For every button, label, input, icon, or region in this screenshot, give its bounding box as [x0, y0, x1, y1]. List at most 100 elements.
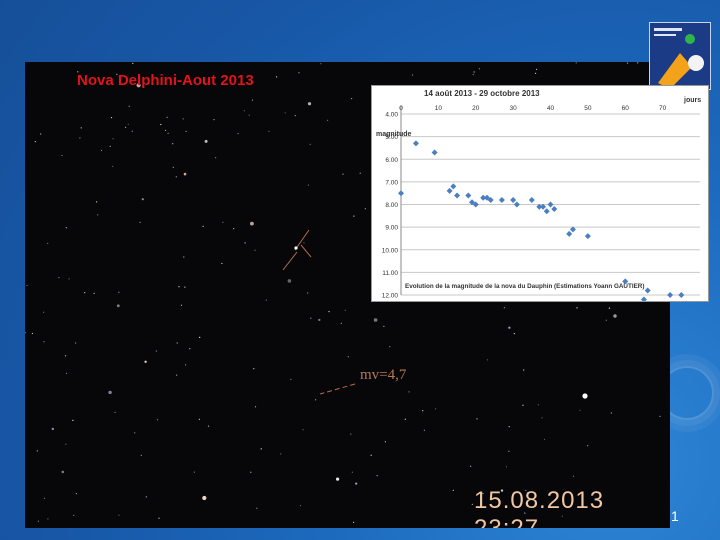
star [134, 432, 136, 434]
star [176, 374, 178, 376]
star [61, 470, 65, 474]
star [535, 72, 537, 74]
star [131, 130, 133, 132]
star [141, 198, 144, 201]
star [80, 127, 82, 129]
star [243, 110, 245, 112]
star [523, 369, 525, 371]
star [25, 332, 27, 334]
star [389, 346, 391, 348]
star [284, 112, 286, 114]
nova-pointer-line [300, 244, 312, 258]
star [344, 309, 346, 311]
x-tick-label: 70 [659, 105, 667, 112]
star [608, 307, 611, 309]
nova-star [294, 246, 298, 250]
data-point [667, 292, 674, 298]
star [199, 336, 201, 338]
data-point [543, 208, 550, 215]
y-tick-label: 6.00 [385, 157, 398, 164]
star [244, 242, 246, 244]
x-tick-label: 30 [510, 105, 518, 112]
data-point [398, 190, 404, 197]
star [109, 145, 111, 147]
star [233, 228, 235, 230]
star [72, 419, 74, 421]
star [139, 221, 141, 223]
star [659, 415, 661, 417]
star [476, 418, 478, 420]
star [280, 453, 282, 455]
star [193, 471, 195, 473]
star [265, 299, 267, 301]
data-point [678, 292, 685, 298]
star [422, 410, 424, 412]
y-tick-label: 7.00 [385, 179, 398, 186]
y-tick-label: 9.00 [385, 225, 398, 232]
star [351, 98, 353, 100]
y-tick-label: 4.00 [385, 112, 398, 119]
star [155, 350, 157, 352]
star [309, 143, 311, 145]
photo-timestamp: 15.08.2013 23:27 [474, 487, 605, 528]
star [43, 497, 46, 499]
star [156, 419, 159, 421]
star [290, 378, 292, 380]
star [116, 304, 120, 308]
star [47, 518, 49, 520]
star [508, 326, 511, 329]
star [254, 406, 257, 408]
star [351, 471, 353, 473]
magnitude-chart: 4.005.006.007.008.009.0010.0011.0012.000… [376, 89, 701, 303]
society-logo-icon [649, 22, 711, 90]
star [353, 215, 355, 217]
star [353, 521, 355, 523]
star [307, 102, 312, 106]
star [34, 141, 36, 143]
data-point [510, 196, 517, 203]
star [320, 63, 322, 65]
y-axis-label: magnitude [376, 131, 411, 138]
star [299, 505, 302, 507]
star [637, 62, 639, 64]
star [315, 399, 317, 401]
data-point [465, 192, 472, 199]
star [423, 429, 425, 431]
star [204, 139, 208, 143]
star [36, 450, 38, 452]
star [302, 429, 304, 431]
star [128, 105, 130, 107]
data-point [454, 192, 461, 199]
star [237, 133, 239, 135]
star [408, 391, 410, 393]
star [373, 318, 378, 322]
star [215, 157, 217, 159]
star [93, 292, 95, 294]
star [472, 73, 474, 76]
magnitude-annotation: mv=4,7 [360, 367, 407, 383]
star [268, 130, 270, 132]
star [276, 76, 278, 78]
star [31, 332, 33, 335]
star [486, 359, 488, 361]
x-tick-label: 40 [547, 105, 555, 112]
data-point [584, 233, 591, 240]
star [37, 520, 39, 522]
star [145, 496, 147, 498]
star [342, 173, 344, 175]
star [503, 307, 505, 309]
star [452, 489, 454, 491]
star [172, 143, 174, 145]
star [253, 368, 255, 370]
star [513, 333, 515, 335]
star [100, 149, 103, 152]
star [112, 138, 114, 140]
star [118, 514, 120, 516]
star [84, 292, 86, 294]
slide-title: Nova Delphini-Aout 2013 [77, 72, 254, 89]
data-point [644, 287, 651, 294]
star [180, 304, 183, 306]
star [75, 493, 77, 495]
star [40, 133, 42, 135]
chart-title: 14 août 2013 - 29 octobre 2013 [424, 89, 540, 98]
